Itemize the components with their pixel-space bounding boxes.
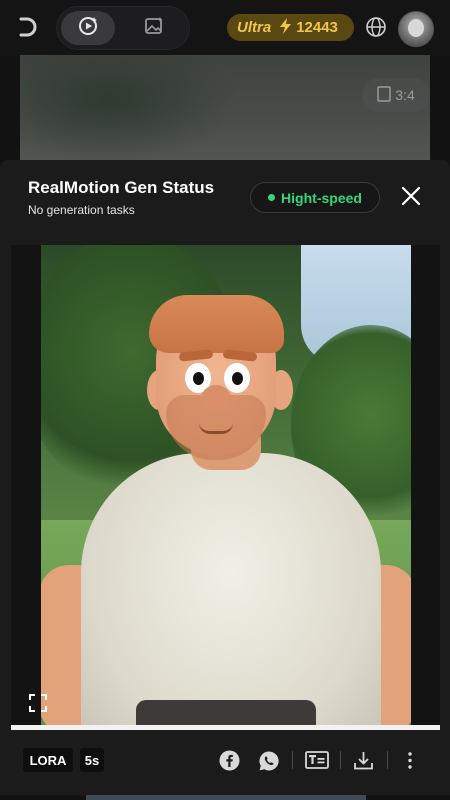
download-icon[interactable] — [353, 750, 374, 776]
toolbar-divider — [292, 751, 293, 769]
speed-badge[interactable]: Hight-speed — [250, 182, 380, 213]
close-icon[interactable] — [401, 186, 421, 211]
aspect-ratio-label: 3:4 — [395, 87, 415, 103]
mode-switch — [56, 6, 190, 50]
video-player[interactable] — [11, 245, 440, 730]
credits-count: 12443 — [296, 19, 338, 36]
next-card-peek — [0, 795, 450, 800]
top-bar: Ultra 12443 — [0, 0, 450, 55]
aspect-ratio-chip: 3:4 — [362, 78, 430, 112]
bolt-icon — [280, 17, 292, 38]
video-mode-icon — [77, 15, 99, 42]
video-mode-button[interactable] — [61, 11, 115, 45]
video-progress-bar[interactable] — [11, 725, 440, 730]
back-icon[interactable] — [14, 13, 42, 41]
character-hair — [149, 295, 284, 353]
facebook-icon[interactable] — [219, 750, 240, 776]
image-mode-button[interactable] — [127, 11, 181, 45]
speed-badge-label: Hight-speed — [281, 189, 362, 206]
video-frame — [41, 245, 411, 730]
plan-label: Ultra — [237, 19, 272, 36]
credits-pill[interactable]: Ultra 12443 — [227, 14, 354, 41]
character-shirt — [81, 453, 381, 730]
panel-subtitle: No generation tasks — [28, 203, 135, 217]
subtitle-icon[interactable] — [305, 750, 329, 775]
aspect-ratio-icon — [377, 85, 392, 105]
toolbar-divider — [340, 751, 341, 769]
fullscreen-icon[interactable] — [28, 693, 48, 718]
globe-icon[interactable] — [365, 16, 387, 43]
model-tag: LORA — [23, 748, 73, 772]
video-progress-fill — [11, 725, 440, 730]
gen-status-panel: RealMotion Gen Status No generation task… — [0, 160, 450, 800]
status-dot — [268, 194, 276, 201]
avatar[interactable] — [398, 11, 434, 47]
background-video-card — [20, 55, 430, 165]
panel-title: RealMotion Gen Status — [28, 178, 215, 197]
duration-tag: 5s — [80, 748, 104, 772]
whatsapp-icon[interactable] — [258, 750, 280, 777]
more-icon[interactable] — [403, 750, 417, 776]
toolbar-divider — [387, 751, 388, 769]
image-mode-icon — [144, 16, 164, 41]
